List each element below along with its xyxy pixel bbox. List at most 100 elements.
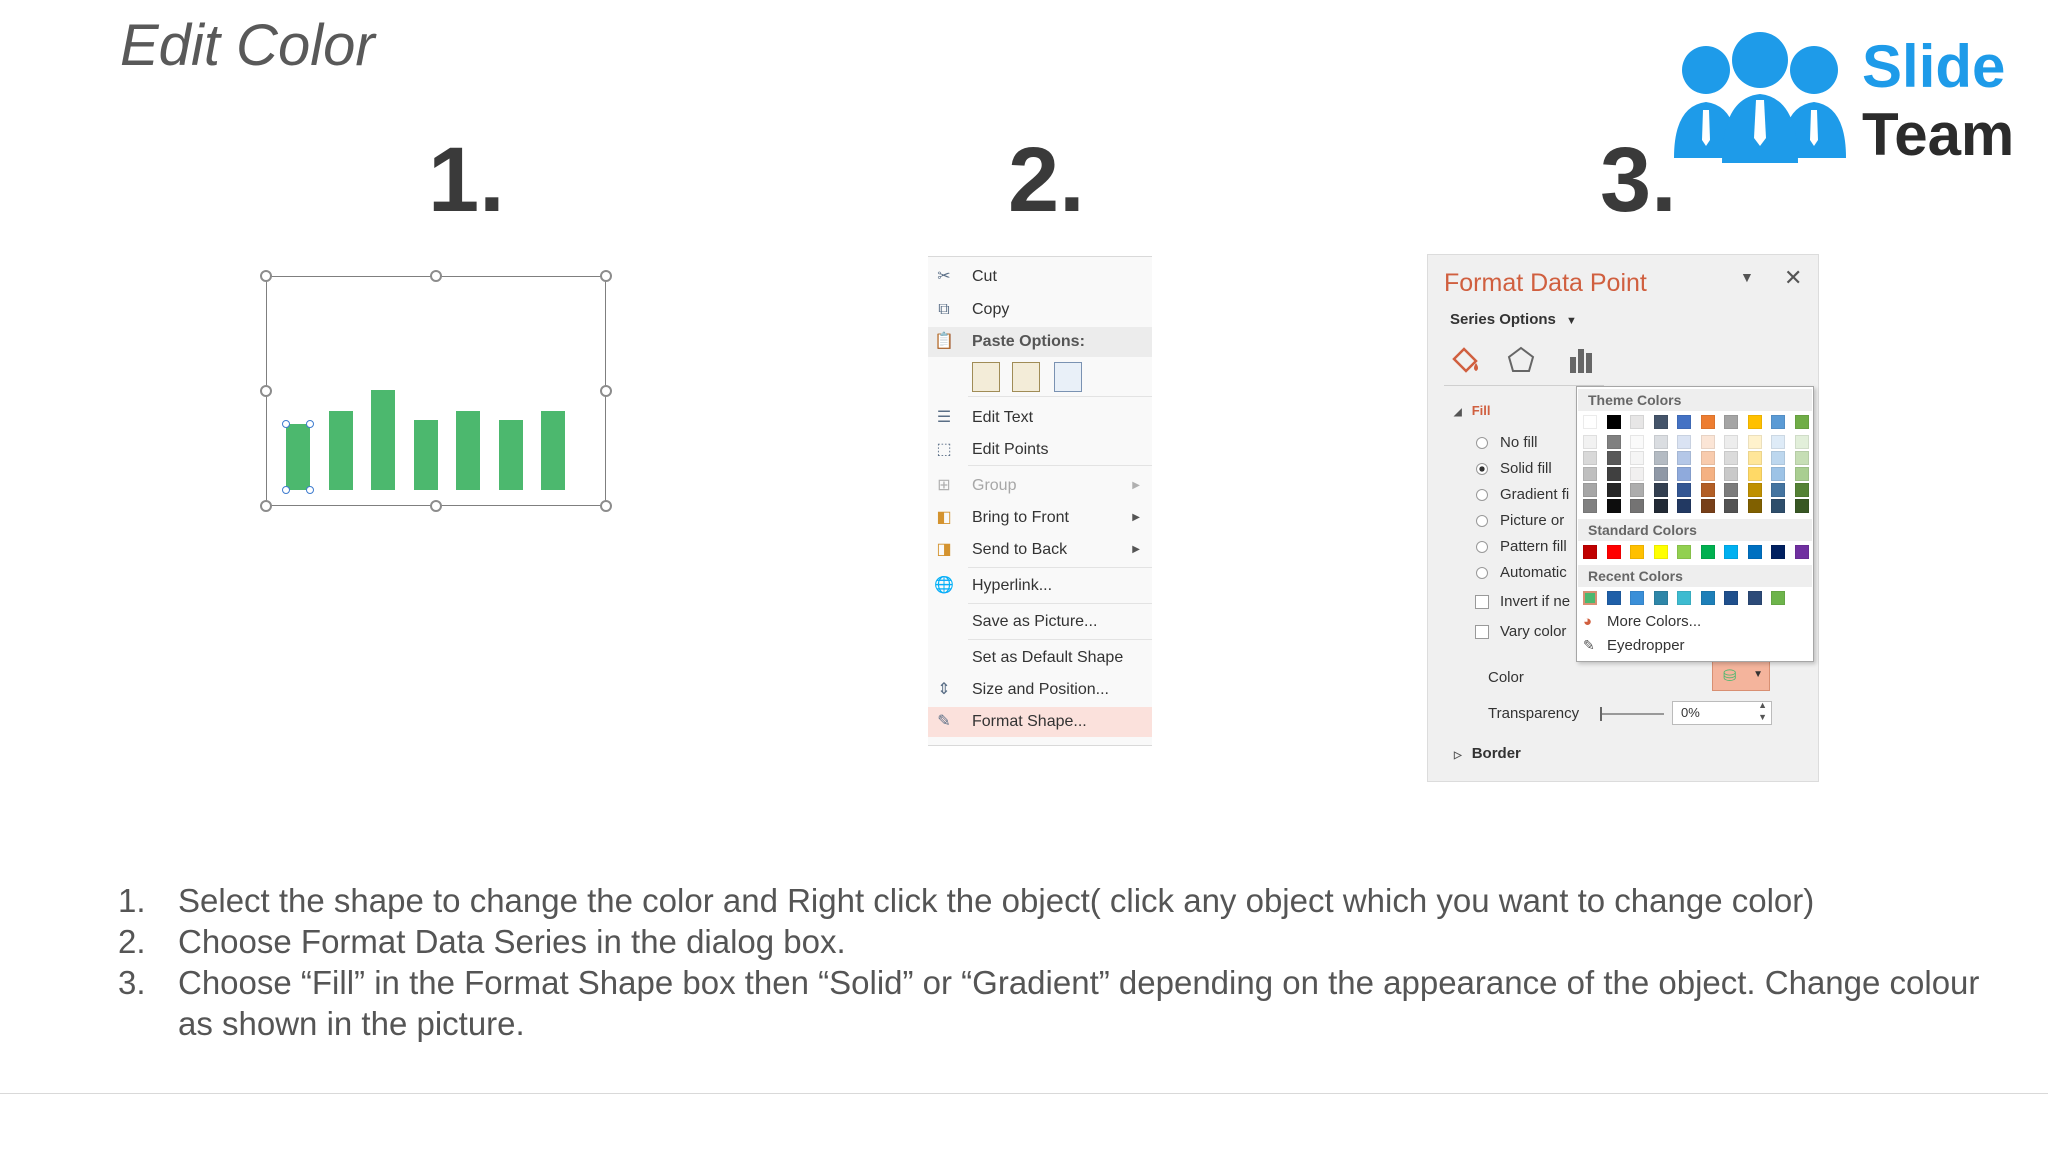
color-swatch[interactable]	[1606, 483, 1621, 497]
color-swatch[interactable]	[1583, 415, 1597, 429]
color-swatch[interactable]	[1677, 499, 1691, 513]
transparency-slider[interactable]	[1600, 713, 1664, 715]
chart-bar[interactable]	[498, 420, 523, 490]
bar-selection-handle[interactable]	[306, 486, 314, 494]
color-swatch[interactable]	[1700, 451, 1715, 465]
color-swatch[interactable]	[1653, 415, 1668, 429]
color-swatch[interactable]	[1724, 435, 1738, 449]
color-swatch[interactable]	[1606, 499, 1621, 513]
color-swatch[interactable]	[1583, 467, 1597, 481]
resize-handle[interactable]	[600, 385, 612, 397]
color-swatch[interactable]	[1653, 467, 1668, 481]
radio-solid-fill[interactable]	[1476, 463, 1488, 475]
paste-merge-formatting-icon[interactable]	[1012, 362, 1040, 392]
color-swatch[interactable]	[1630, 483, 1644, 497]
series-options-tab[interactable]	[1564, 343, 1598, 377]
resize-handle[interactable]	[600, 270, 612, 282]
color-swatch[interactable]	[1700, 545, 1715, 559]
color-swatch[interactable]	[1653, 451, 1668, 465]
color-swatch[interactable]	[1747, 545, 1762, 559]
bar-selection-handle[interactable]	[282, 486, 290, 494]
bar-chart[interactable]	[282, 388, 586, 494]
bar-selection-handle[interactable]	[282, 420, 290, 428]
color-swatch[interactable]	[1700, 435, 1715, 449]
color-swatch[interactable]	[1653, 591, 1668, 605]
color-swatch[interactable]	[1630, 415, 1644, 429]
color-swatch[interactable]	[1724, 545, 1738, 559]
color-swatch[interactable]	[1583, 499, 1597, 513]
menu-item-hyperlink[interactable]: 🌐 Hyperlink...	[928, 571, 1152, 601]
resize-handle[interactable]	[260, 385, 272, 397]
checkbox-invert-if-negative[interactable]	[1475, 595, 1489, 609]
transparency-input[interactable]: 0% ▲ ▼	[1672, 699, 1772, 725]
color-swatch[interactable]	[1700, 499, 1715, 513]
color-swatch[interactable]	[1677, 467, 1691, 481]
border-section-header[interactable]: ▷ Border	[1454, 745, 1521, 762]
color-swatch[interactable]	[1653, 435, 1668, 449]
color-swatch[interactable]	[1583, 435, 1597, 449]
color-swatch[interactable]	[1630, 435, 1644, 449]
color-swatch[interactable]	[1794, 467, 1809, 481]
menu-item-copy[interactable]: ⧉ Copy	[928, 295, 1152, 325]
color-swatch[interactable]	[1771, 591, 1785, 605]
color-swatch[interactable]	[1771, 483, 1785, 497]
series-options-dropdown[interactable]: Series Options ▼	[1450, 311, 1577, 328]
color-swatch[interactable]	[1700, 415, 1715, 429]
color-swatch[interactable]	[1606, 451, 1621, 465]
color-swatch[interactable]	[1606, 415, 1621, 429]
radio-no-fill[interactable]	[1476, 437, 1488, 449]
color-swatch[interactable]	[1724, 467, 1738, 481]
color-swatch[interactable]	[1747, 415, 1762, 429]
color-swatch[interactable]	[1583, 545, 1597, 559]
menu-item-send-to-back[interactable]: ◨ Send to Back ▶	[928, 535, 1152, 565]
chart-bar[interactable]	[371, 390, 395, 490]
color-swatch[interactable]	[1794, 499, 1809, 513]
color-swatch[interactable]	[1606, 467, 1621, 481]
color-swatch[interactable]	[1771, 451, 1785, 465]
color-swatch[interactable]	[1653, 545, 1668, 559]
color-swatch[interactable]	[1606, 435, 1621, 449]
resize-handle[interactable]	[600, 500, 612, 512]
resize-handle[interactable]	[260, 500, 272, 512]
color-swatch[interactable]	[1794, 545, 1809, 559]
color-swatch[interactable]	[1794, 483, 1809, 497]
color-swatch[interactable]	[1700, 467, 1715, 481]
color-swatch[interactable]	[1630, 451, 1644, 465]
paste-keep-formatting-icon[interactable]	[972, 362, 1000, 392]
color-swatch[interactable]	[1747, 451, 1762, 465]
color-swatch[interactable]	[1771, 415, 1785, 429]
color-swatch[interactable]	[1747, 591, 1762, 605]
color-swatch[interactable]	[1724, 483, 1738, 497]
more-colors-item[interactable]: ◕ More Colors...	[1583, 613, 1701, 630]
color-swatch[interactable]	[1794, 435, 1809, 449]
radio-pattern-fill[interactable]	[1476, 541, 1488, 553]
spinner-icon[interactable]: ▲ ▼	[1758, 699, 1767, 723]
menu-item-save-as-picture[interactable]: Save as Picture...	[928, 607, 1152, 637]
color-swatch[interactable]	[1747, 499, 1762, 513]
color-swatch[interactable]	[1606, 545, 1621, 559]
menu-item-set-default-shape[interactable]: Set as Default Shape	[928, 643, 1152, 673]
close-icon[interactable]: ✕	[1784, 265, 1802, 291]
color-swatch[interactable]	[1771, 499, 1785, 513]
radio-gradient-fill[interactable]	[1476, 489, 1488, 501]
chart-bar[interactable]	[413, 420, 438, 490]
color-swatch[interactable]	[1583, 451, 1597, 465]
menu-item-bring-to-front[interactable]: ◧ Bring to Front ▶	[928, 503, 1152, 533]
color-swatch[interactable]	[1771, 467, 1785, 481]
bar-selection-handle[interactable]	[306, 420, 314, 428]
color-swatch[interactable]	[1771, 545, 1785, 559]
color-swatch[interactable]	[1630, 591, 1644, 605]
color-swatch[interactable]	[1747, 467, 1762, 481]
eyedropper-item[interactable]: ✎ Eyedropper	[1583, 637, 1685, 654]
checkbox-vary-colors[interactable]	[1475, 625, 1489, 639]
color-swatch[interactable]	[1700, 483, 1715, 497]
color-swatch[interactable]	[1724, 415, 1738, 429]
menu-item-edit-points[interactable]: ⬚ Edit Points	[928, 435, 1152, 465]
paste-picture-icon[interactable]	[1054, 362, 1082, 392]
color-swatch[interactable]	[1630, 467, 1644, 481]
menu-item-cut[interactable]: ✂ Cut	[928, 262, 1152, 292]
color-swatch[interactable]	[1700, 591, 1715, 605]
resize-handle[interactable]	[430, 270, 442, 282]
chart-bar[interactable]	[286, 424, 310, 490]
color-swatch[interactable]	[1583, 483, 1597, 497]
